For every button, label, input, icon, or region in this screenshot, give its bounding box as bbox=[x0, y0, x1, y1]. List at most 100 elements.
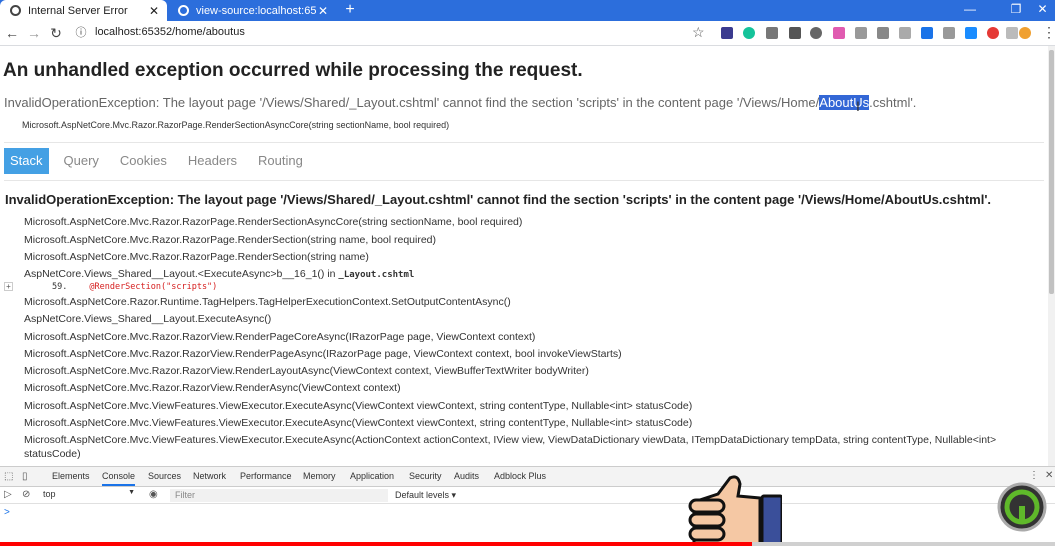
text-cursor-icon: I bbox=[856, 98, 860, 114]
stack-frame-file: _Layout.cshtml bbox=[338, 270, 415, 280]
context-select[interactable]: top ▼ bbox=[43, 489, 137, 502]
layers-icon[interactable] bbox=[721, 27, 733, 39]
error-message-prefix: InvalidOperationException: The layout pa… bbox=[4, 95, 820, 110]
selected-text: AboutUs bbox=[819, 95, 870, 110]
console-filter-input[interactable]: Filter bbox=[170, 489, 388, 502]
video-progress-fill bbox=[0, 542, 753, 546]
stack-frame[interactable]: Microsoft.AspNetCore.Mvc.Razor.RazorView… bbox=[24, 331, 535, 343]
error-location: Microsoft.AspNetCore.Mvc.Razor.RazorPage… bbox=[22, 120, 450, 130]
stack-frame[interactable]: Microsoft.AspNetCore.Razor.Runtime.TagHe… bbox=[24, 296, 511, 308]
devtools-tab-performance[interactable]: Performance bbox=[240, 471, 292, 481]
tab-query[interactable]: Query bbox=[58, 148, 105, 174]
context-select-value: top bbox=[43, 489, 56, 499]
reader-icon[interactable] bbox=[1006, 27, 1018, 39]
eye-icon[interactable]: ◉ bbox=[149, 489, 158, 500]
grammarly-icon[interactable] bbox=[743, 27, 755, 39]
minimize-icon[interactable]: — bbox=[947, 0, 993, 21]
tab-headers[interactable]: Headers bbox=[182, 148, 243, 174]
inspect-icon[interactable]: ⬚ bbox=[4, 471, 13, 482]
close-tab-icon[interactable]: ✕ bbox=[316, 4, 330, 18]
reload-icon[interactable]: ↻ bbox=[47, 24, 65, 42]
profile-icon[interactable] bbox=[1019, 27, 1031, 39]
console-prompt[interactable]: > bbox=[4, 507, 10, 518]
devtools-tab-application[interactable]: Application bbox=[350, 471, 394, 481]
cast-icon[interactable] bbox=[899, 27, 911, 39]
stack-frame[interactable]: Microsoft.AspNetCore.Mvc.Razor.RazorPage… bbox=[24, 251, 369, 263]
browser-menu-icon[interactable]: ⋮ bbox=[1042, 24, 1055, 41]
device-toolbar-icon[interactable]: ▯ bbox=[22, 471, 28, 482]
browser-tab-title: Internal Server Error bbox=[28, 4, 128, 17]
adblock-icon[interactable] bbox=[987, 27, 999, 39]
globe-icon bbox=[10, 5, 21, 16]
stack-frame[interactable]: Microsoft.AspNetCore.Mvc.ViewFeatures.Vi… bbox=[24, 417, 692, 429]
clear-console-icon[interactable]: ⊘ bbox=[22, 489, 30, 500]
browser-tab-title: view-source:localhost:65352 bbox=[196, 4, 316, 17]
error-page: An unhandled exception occurred while pr… bbox=[0, 46, 1048, 466]
heart-icon[interactable] bbox=[833, 27, 845, 39]
camera-icon[interactable] bbox=[855, 27, 867, 39]
stack-frame-method: AspNetCore.Views_Shared__Layout.<Execute… bbox=[24, 268, 339, 280]
devtools-tabs: ⬚ ▯ Elements Console Sources Network Per… bbox=[0, 467, 1055, 487]
download-icon[interactable] bbox=[921, 27, 933, 39]
console-toolbar: ▷ ⊘ top ▼ ◉ Filter Default levels ▾ bbox=[0, 487, 1055, 504]
stack-frame[interactable]: Microsoft.AspNetCore.Mvc.ViewFeatures.Vi… bbox=[24, 400, 692, 412]
exception-title: InvalidOperationException: The layout pa… bbox=[5, 192, 992, 207]
expand-source-button[interactable]: + bbox=[4, 282, 13, 291]
log-levels-label: Default levels bbox=[395, 490, 450, 500]
address-bar[interactable]: localhost:65352/home/aboutus bbox=[95, 26, 245, 38]
window-close-icon[interactable]: ✕ bbox=[1030, 0, 1055, 21]
forward-icon[interactable]: → bbox=[25, 24, 43, 42]
page-title: An unhandled exception occurred while pr… bbox=[3, 60, 583, 81]
tab-routing[interactable]: Routing bbox=[252, 148, 309, 174]
devtools-tab-memory[interactable]: Memory bbox=[303, 471, 336, 481]
globe-icon bbox=[178, 5, 189, 16]
devtools-tab-adblock-plus[interactable]: Adblock Plus bbox=[494, 471, 546, 481]
tag-icon[interactable] bbox=[766, 27, 778, 39]
error-message: InvalidOperationException: The layout pa… bbox=[4, 95, 916, 110]
browser-tab-strip: Internal Server Error ✕ view-source:loca… bbox=[0, 0, 1055, 21]
stack-frame[interactable]: Microsoft.AspNetCore.Mvc.Razor.RazorPage… bbox=[24, 234, 436, 246]
stack-frame[interactable]: Microsoft.AspNetCore.Mvc.Razor.RazorView… bbox=[24, 382, 401, 394]
stack-frame[interactable]: AspNetCore.Views_Shared__Layout.ExecuteA… bbox=[24, 313, 271, 325]
channel-logo-icon bbox=[997, 482, 1047, 532]
devtools-tab-audits[interactable]: Audits bbox=[454, 471, 479, 481]
bookmark-star-icon[interactable]: ☆ bbox=[692, 24, 705, 41]
log-levels-dropdown[interactable]: Default levels ▾ bbox=[395, 490, 456, 501]
browser-tab-active[interactable]: Internal Server Error ✕ bbox=[0, 0, 167, 21]
info-icon[interactable]: ⓘ bbox=[72, 24, 90, 42]
stack-frame[interactable]: Microsoft.AspNetCore.Mvc.Razor.RazorView… bbox=[24, 348, 622, 360]
screenshot-icon[interactable] bbox=[877, 27, 889, 39]
devtools-panel: ⬚ ▯ Elements Console Sources Network Per… bbox=[0, 466, 1055, 546]
back-icon[interactable]: ← bbox=[3, 24, 21, 42]
stack-frame[interactable]: Microsoft.AspNetCore.Mvc.Razor.RazorPage… bbox=[24, 216, 522, 228]
devtools-tab-elements[interactable]: Elements bbox=[52, 471, 90, 481]
devtools-close-icon[interactable]: ✕ bbox=[1045, 470, 1053, 481]
error-message-suffix: .cshtml'. bbox=[869, 95, 917, 110]
source-line-code: @RenderSection("scripts") bbox=[89, 282, 218, 292]
thumbs-up-graphic bbox=[688, 475, 782, 546]
devtools-tab-sources[interactable]: Sources bbox=[148, 471, 181, 481]
zoom-icon[interactable] bbox=[943, 27, 955, 39]
new-tab-button[interactable]: + bbox=[341, 0, 359, 21]
close-tab-icon[interactable]: ✕ bbox=[147, 4, 161, 18]
tab-cookies[interactable]: Cookies bbox=[114, 148, 173, 174]
stack-frame[interactable]: Microsoft.AspNetCore.Mvc.ViewFeatures.Vi… bbox=[24, 434, 996, 446]
devtools-menu-icon[interactable]: ⋮ bbox=[1029, 470, 1039, 481]
circle-icon[interactable] bbox=[810, 27, 822, 39]
video-icon[interactable] bbox=[965, 27, 977, 39]
divider bbox=[4, 142, 1044, 143]
tab-stack[interactable]: Stack bbox=[4, 148, 49, 174]
stack-frame-continued: statusCode) bbox=[24, 448, 81, 460]
stack-frame[interactable]: Microsoft.AspNetCore.Mvc.Razor.RazorView… bbox=[24, 365, 589, 377]
devtools-tab-security[interactable]: Security bbox=[409, 471, 442, 481]
chevron-down-icon: ▼ bbox=[128, 489, 135, 496]
error-tabs: Stack Query Cookies Headers Routing bbox=[4, 148, 318, 174]
sidebar-toggle-icon[interactable]: ▷ bbox=[4, 489, 12, 500]
devtools-tab-console[interactable]: Console bbox=[102, 471, 136, 486]
stack-frame[interactable]: AspNetCore.Views_Shared__Layout.<Execute… bbox=[24, 268, 414, 280]
scrollbar-thumb[interactable] bbox=[1049, 50, 1054, 294]
browser-tab-inactive[interactable]: view-source:localhost:65352 ✕ bbox=[168, 0, 336, 21]
devtools-tab-network[interactable]: Network bbox=[193, 471, 226, 481]
eyedropper-icon[interactable] bbox=[789, 27, 801, 39]
source-line-number: 59. bbox=[52, 282, 68, 292]
